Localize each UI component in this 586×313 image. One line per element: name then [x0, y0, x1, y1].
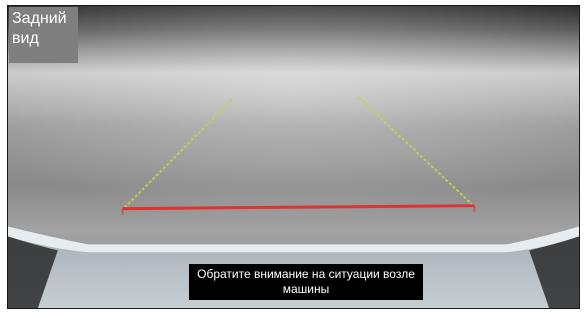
view-title: Задний вид	[9, 7, 78, 63]
warning-notice: Обратите внимание на ситуации возле маши…	[189, 264, 423, 300]
camera-image	[8, 6, 579, 308]
rear-camera-view: Задний вид Обратите внимание на ситуации…	[7, 5, 580, 309]
